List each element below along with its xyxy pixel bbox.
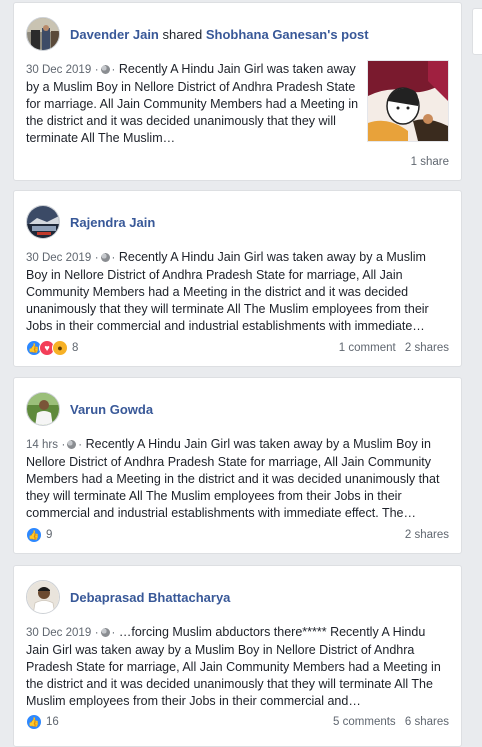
reactions[interactable]: 👍 ♥ ● 8 — [26, 340, 78, 356]
shares-count[interactable]: 1 share — [411, 156, 449, 168]
shares-count[interactable]: 6 shares — [405, 716, 449, 728]
globe-icon — [100, 628, 110, 637]
post-footer: 1 share — [26, 153, 449, 171]
reaction-count[interactable]: 9 — [46, 529, 52, 541]
post-card: Varun Gowda 14 hrs · · Recently A Hindu J… — [13, 377, 462, 554]
post-card: Debaprasad Bhattacharya 30 Dec 2019 · · …… — [13, 565, 462, 747]
like-icon: 👍 — [26, 714, 42, 730]
globe-icon — [100, 65, 110, 74]
right-column-panel — [472, 8, 482, 55]
avatar[interactable] — [26, 17, 60, 51]
post-header: Debaprasad Bhattacharya — [26, 579, 230, 615]
comments-count[interactable]: 1 comment — [339, 342, 396, 354]
post-date[interactable]: 30 Dec 2019 — [26, 627, 91, 639]
globe-icon — [100, 253, 110, 262]
reactions[interactable]: 👍 16 — [26, 714, 59, 730]
like-icon: 👍 — [26, 527, 42, 543]
author-name[interactable]: Rajendra Jain — [70, 215, 155, 230]
separator: · — [61, 439, 66, 451]
author-name[interactable]: Davender Jain — [70, 27, 159, 42]
post-card: Rajendra Jain 30 Dec 2019 · · Recently A … — [13, 190, 462, 367]
post-card: Davender Jain shared Shobhana Ganesan's … — [13, 2, 462, 181]
post-footer: 👍 ♥ ● 8 1 comment 2 shares — [26, 339, 449, 357]
post-header: Rajendra Jain — [26, 204, 155, 240]
reaction-count[interactable]: 8 — [72, 342, 78, 354]
wow-icon: ● — [52, 340, 68, 356]
post-body: 30 Dec 2019 · · …forcing Muslim abductors… — [26, 624, 446, 710]
separator: · — [111, 627, 116, 639]
separator: · — [111, 252, 116, 264]
post-stats: 1 share — [399, 156, 449, 168]
post-text: Recently A Hindu Jain Girl was taken awa… — [26, 437, 440, 520]
separator: · — [94, 627, 99, 639]
post-header: Davender Jain shared Shobhana Ganesan's … — [26, 16, 369, 52]
post-date[interactable]: 30 Dec 2019 — [26, 252, 91, 264]
post-date[interactable]: 30 Dec 2019 — [26, 64, 91, 76]
separator: · — [78, 439, 83, 451]
post-footer: 👍 16 5 comments 6 shares — [26, 713, 449, 731]
post-stats: 5 comments 6 shares — [327, 716, 449, 728]
avatar[interactable] — [26, 392, 60, 426]
post-stats: 1 comment 2 shares — [333, 342, 449, 354]
shares-count[interactable]: 2 shares — [405, 342, 449, 354]
shared-source-link[interactable]: Shobhana Ganesan's post — [206, 27, 369, 42]
avatar[interactable] — [26, 580, 60, 614]
post-stats: 2 shares — [393, 529, 449, 541]
reactions[interactable]: 👍 9 — [26, 527, 52, 543]
separator: · — [94, 64, 99, 76]
shares-count[interactable]: 2 shares — [405, 529, 449, 541]
post-header: Varun Gowda — [26, 391, 153, 427]
separator: · — [111, 64, 116, 76]
shared-text: shared — [162, 26, 203, 42]
post-thumbnail[interactable] — [367, 60, 449, 142]
post-body: 30 Dec 2019 · · Recently A Hindu Jain Gir… — [26, 249, 450, 335]
globe-icon — [67, 440, 77, 449]
separator: · — [94, 252, 99, 264]
reaction-count[interactable]: 16 — [46, 716, 59, 728]
post-body: 30 Dec 2019 · · Recently A Hindu Jain Gir… — [26, 61, 362, 147]
comments-count[interactable]: 5 comments — [333, 716, 396, 728]
post-date[interactable]: 14 hrs — [26, 439, 58, 451]
post-body: 14 hrs · · Recently A Hindu Jain Girl was… — [26, 436, 452, 522]
author-name[interactable]: Varun Gowda — [70, 402, 153, 417]
post-footer: 👍 9 2 shares — [26, 526, 449, 544]
avatar[interactable] — [26, 205, 60, 239]
author-name[interactable]: Debaprasad Bhattacharya — [70, 590, 230, 605]
